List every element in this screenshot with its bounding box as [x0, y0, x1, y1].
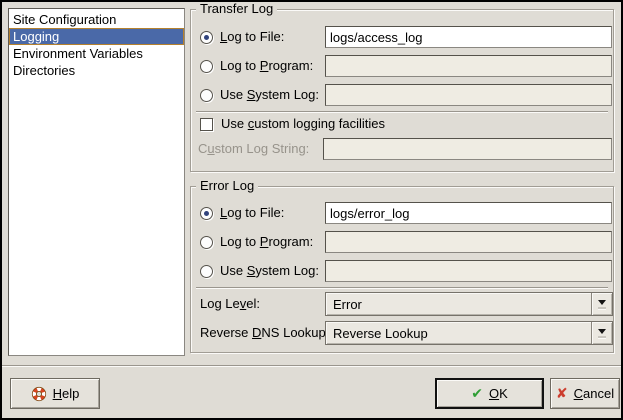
transfer-log-separator: [196, 111, 608, 112]
reverse-dns-dropdown[interactable]: Reverse Lookup: [325, 321, 613, 345]
check-icon: ✔: [471, 387, 483, 401]
cancel-button-label: Cancel: [574, 386, 614, 401]
error-log-to-program-radio[interactable]: [200, 236, 213, 249]
log-level-label: Log Level:: [200, 292, 260, 316]
dropdown-bar-icon: [598, 336, 606, 338]
dropdown-bar-icon: [598, 307, 606, 309]
x-icon: ✘: [556, 387, 568, 401]
custom-log-string-label: Custom Log String:: [198, 138, 309, 160]
transfer-log-title: Transfer Log: [196, 1, 277, 17]
custom-logging-facilities-checkbox[interactable]: [200, 118, 213, 131]
error-log-program-input: [325, 231, 612, 253]
log-level-value: Error: [326, 297, 591, 312]
log-level-arrow-button[interactable]: [591, 293, 612, 315]
logging-settings-dialog: Site Configuration Logging Environment V…: [0, 0, 623, 420]
transfer-log-program-input: [325, 55, 612, 77]
transfer-log-to-program-label[interactable]: Log to Program:: [220, 55, 313, 77]
custom-logging-facilities-label[interactable]: Use custom logging facilities: [221, 113, 385, 135]
transfer-use-system-log-label[interactable]: Use System Log:: [220, 84, 319, 106]
log-level-dropdown[interactable]: Error: [325, 292, 613, 316]
transfer-use-system-log-radio[interactable]: [200, 89, 213, 102]
reverse-dns-value: Reverse Lookup: [326, 326, 591, 341]
footer-separator: [0, 365, 623, 366]
reverse-dns-label: Reverse DNS Lookup:: [200, 321, 329, 345]
error-use-system-log-label[interactable]: Use System Log:: [220, 260, 319, 282]
cancel-button[interactable]: ✘ Cancel: [550, 378, 620, 409]
error-log-to-file-radio[interactable]: [200, 207, 213, 220]
error-log-title: Error Log: [196, 178, 258, 194]
error-use-system-log-radio[interactable]: [200, 265, 213, 278]
reverse-dns-arrow-button[interactable]: [591, 322, 612, 344]
ok-button-label: OK: [489, 386, 508, 401]
transfer-log-file-input[interactable]: [325, 26, 612, 48]
sidebar-item-site-configuration[interactable]: Site Configuration: [9, 11, 184, 28]
transfer-log-to-file-radio[interactable]: [200, 31, 213, 44]
error-log-separator: [196, 287, 608, 288]
error-system-log-input: [325, 260, 612, 282]
error-log-to-file-label[interactable]: Log to File:: [220, 202, 284, 224]
transfer-system-log-input: [325, 84, 612, 106]
sidebar-item-directories[interactable]: Directories: [9, 62, 184, 79]
sidebar-item-logging[interactable]: Logging: [9, 28, 184, 45]
help-lifebuoy-icon: [31, 386, 47, 402]
category-list: Site Configuration Logging Environment V…: [8, 8, 185, 356]
transfer-log-to-file-label[interactable]: Log to File:: [220, 26, 284, 48]
error-log-to-program-label[interactable]: Log to Program:: [220, 231, 313, 253]
help-button[interactable]: Help: [10, 378, 100, 409]
help-button-label: Help: [53, 386, 80, 401]
sidebar-item-environment-variables[interactable]: Environment Variables: [9, 45, 184, 62]
chevron-down-icon: [598, 329, 606, 334]
error-log-file-input[interactable]: [325, 202, 612, 224]
transfer-log-to-program-radio[interactable]: [200, 60, 213, 73]
chevron-down-icon: [598, 300, 606, 305]
ok-button[interactable]: ✔ OK: [435, 378, 544, 409]
custom-log-string-input: [323, 138, 612, 160]
